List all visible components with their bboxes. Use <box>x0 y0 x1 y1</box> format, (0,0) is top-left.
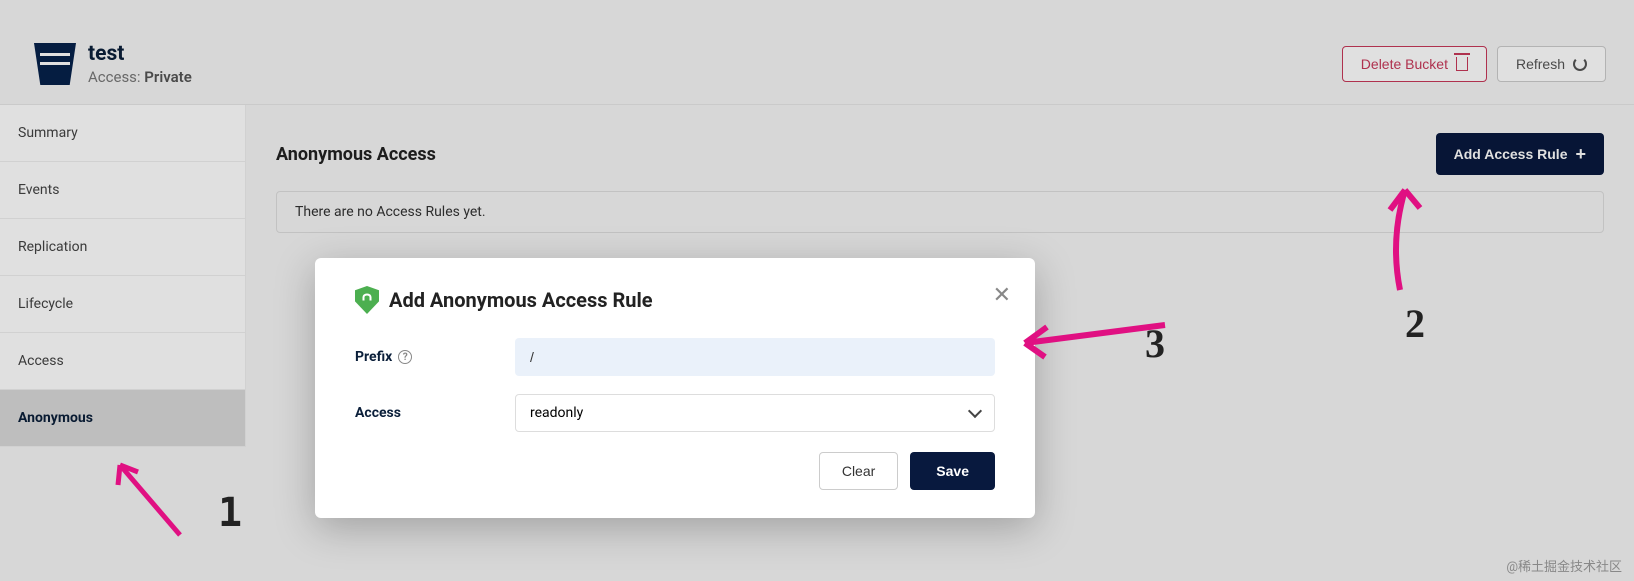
prefix-input[interactable] <box>515 338 995 376</box>
save-button[interactable]: Save <box>910 452 995 490</box>
prefix-row: Prefix ? <box>355 338 995 376</box>
annotation-number-2: 2 <box>1405 300 1425 347</box>
access-label: Access <box>355 405 515 421</box>
close-icon: ✕ <box>993 282 1011 307</box>
prefix-label-text: Prefix <box>355 349 392 365</box>
watermark: @稀土掘金技术社区 <box>1506 556 1622 575</box>
modal-title: Add Anonymous Access Rule <box>389 288 653 312</box>
annotation-number-1: 1 <box>218 490 242 536</box>
save-label: Save <box>936 463 969 479</box>
add-rule-modal: ✕ Add Anonymous Access Rule Prefix ? Acc… <box>315 258 1035 518</box>
access-select[interactable]: readonly <box>515 394 995 432</box>
chevron-down-icon <box>968 404 982 418</box>
modal-actions: Clear Save <box>355 452 995 490</box>
shield-icon <box>355 286 379 314</box>
annotation-arrow-2 <box>1380 180 1440 300</box>
clear-button[interactable]: Clear <box>819 452 898 490</box>
access-label-text: Access <box>355 405 401 421</box>
access-row: Access readonly <box>355 394 995 432</box>
access-selected-value: readonly <box>530 405 583 421</box>
clear-label: Clear <box>842 463 875 479</box>
modal-header: Add Anonymous Access Rule <box>355 286 995 314</box>
annotation-arrow-1 <box>100 450 200 550</box>
close-button[interactable]: ✕ <box>993 282 1011 308</box>
annotation-number-3: 3 <box>1145 320 1165 367</box>
help-icon[interactable]: ? <box>398 350 412 364</box>
prefix-label: Prefix ? <box>355 349 515 365</box>
